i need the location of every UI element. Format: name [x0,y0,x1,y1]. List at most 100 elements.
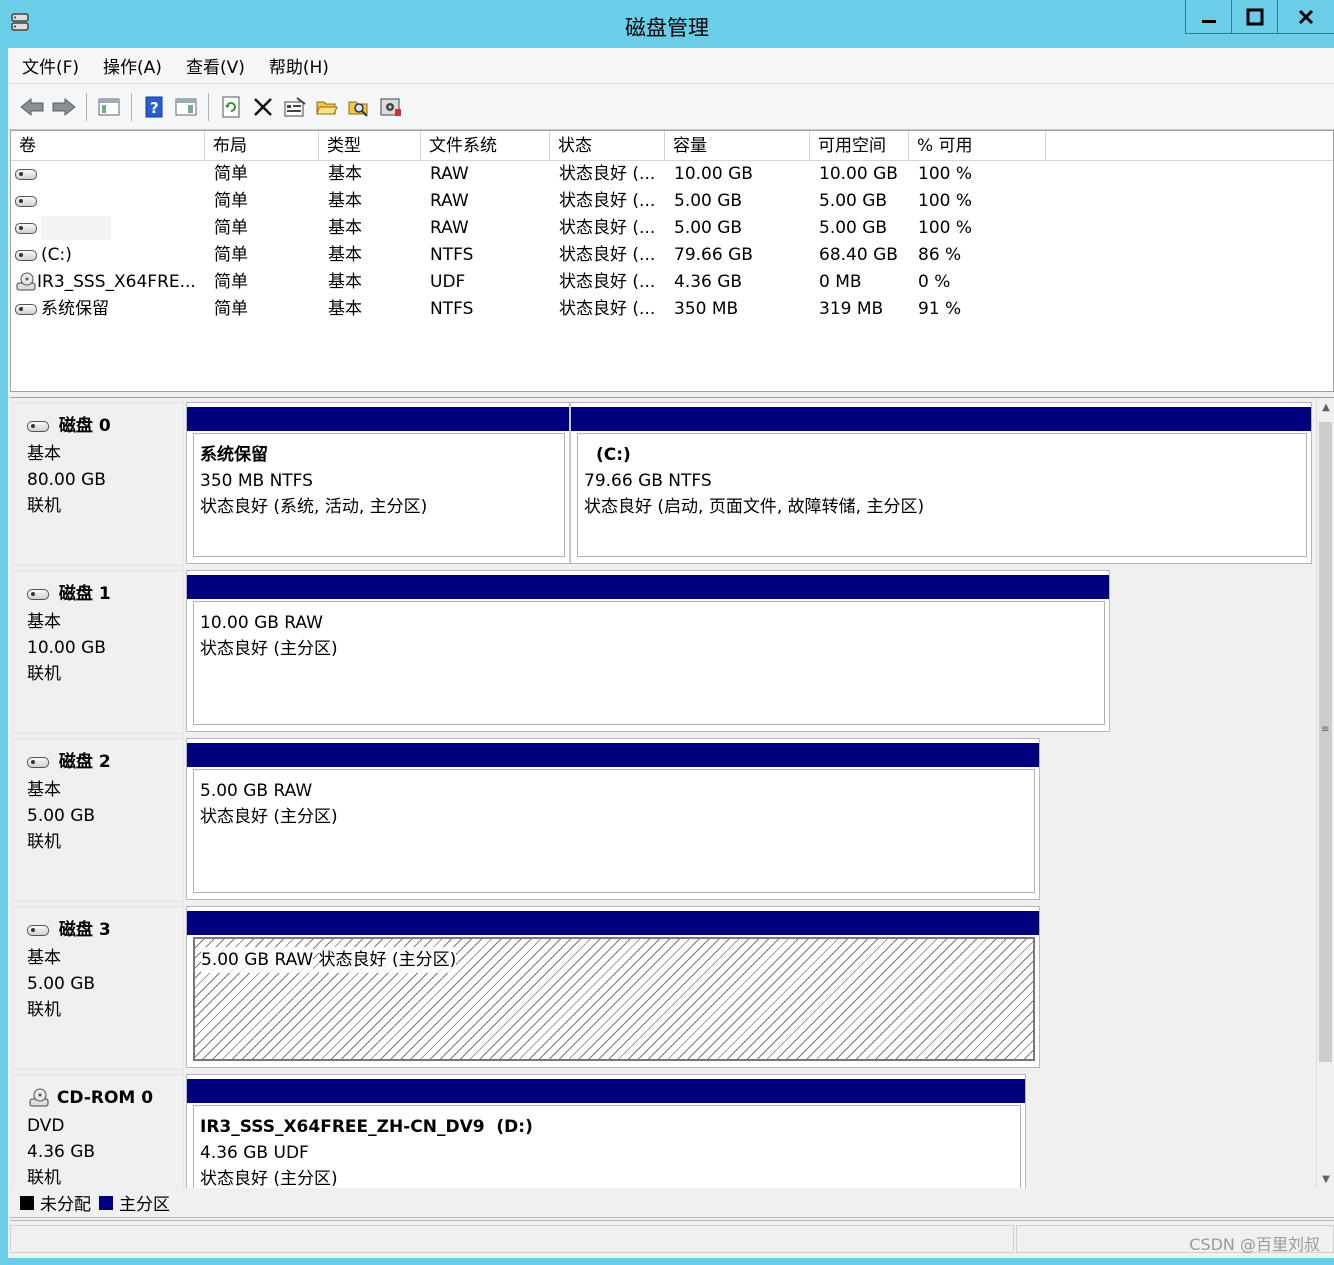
partition-body: IR3_SSS_X64FREE_ZH-CN_DV9 (D:) 4.36 GB U… [193,1105,1021,1188]
volume-row[interactable]: (C:) 简单 基本 NTFS 状态良好 (... 79.66 GB 68.40… [11,242,1333,269]
volume-list[interactable]: 卷 布局 类型 文件系统 状态 容量 可用空间 % 可用 简单 基本 RAW 状… [10,130,1334,392]
legend-label: 未分配 [40,1195,91,1215]
maximize-button[interactable] [1232,0,1278,34]
volume-free-space: 5.00 GB [819,218,888,238]
volume-row[interactable]: 简单 基本 RAW 状态良好 (... 10.00 GB 10.00 GB 10… [11,161,1333,188]
explore-button[interactable] [343,91,375,123]
volume-list-header: 卷 布局 类型 文件系统 状态 容量 可用空间 % 可用 [11,131,1333,161]
disk-info[interactable]: CD-ROM 0 DVD 4.36 GB 联机 [12,1074,184,1188]
partition[interactable]: 系统保留 350 MB NTFS 状态良好 (系统, 活动, 主分区) [187,403,571,563]
partition[interactable]: 5.00 GB RAW 状态良好 (主分区) [187,739,1039,899]
volume-percent-free: 0 % [918,272,951,292]
disk-info[interactable]: 磁盘 0 基本 80.00 GB 联机 [12,402,184,566]
menu-view[interactable]: 查看(V) [186,53,245,78]
disk-row: 磁盘 2 基本 5.00 GB 联机 5.00 GB RAW 状态良好 (主分区… [10,734,1316,902]
column-header-status[interactable]: 状态 [550,131,665,161]
volume-row[interactable]: 简单 基本 RAW 状态良好 (... 5.00 GB 5.00 GB 100 … [11,215,1333,242]
close-button[interactable] [1278,0,1334,34]
menu-help[interactable]: 帮助(H) [269,53,329,78]
volume-capacity: 5.00 GB [674,218,743,238]
disk-icon [27,924,49,936]
action-pane-button[interactable] [170,91,202,123]
console-tree-button[interactable] [93,91,125,123]
properties-button[interactable] [279,91,311,123]
scrollbar-thumb[interactable] [1319,422,1332,1062]
partition-status: 状态良好 (启动, 页面文件, 故障转储, 主分区) [584,497,925,517]
column-header-layout[interactable]: 布局 [205,131,319,161]
scroll-down-arrow-icon[interactable]: ▼ [1317,1170,1334,1188]
partition-type-bar [187,407,569,431]
volume-row[interactable]: IR3_SSS_X64FRE... 简单 基本 UDF 状态良好 (... 4.… [11,269,1333,296]
toolbar-separator [208,92,209,121]
volume-row[interactable]: 系统保留 简单 基本 NTFS 状态良好 (... 350 MB 319 MB … [11,296,1333,323]
column-header-type[interactable]: 类型 [319,131,421,161]
partition-status: 状态良好 (系统, 活动, 主分区) [200,497,428,517]
scrollbar-grip-icon: ≡ [1321,724,1330,735]
refresh-icon [222,96,240,117]
refresh-button[interactable] [215,91,247,123]
volume-icon [15,168,37,180]
partition-body: 10.00 GB RAW 状态良好 (主分区) [193,601,1105,725]
disk-kind: 基本 [27,444,61,464]
disk-size: 5.00 GB [27,806,96,826]
scroll-up-arrow-icon[interactable]: ▲ [1317,398,1334,416]
volume-type: 基本 [328,164,362,184]
delete-button[interactable] [247,91,279,123]
vertical-scrollbar[interactable]: ▲ ≡ ▼ [1316,398,1334,1188]
properties-icon [284,96,306,116]
partition-body: (C:) 79.66 GB NTFS 状态良好 (启动, 页面文件, 故障转储,… [577,433,1307,557]
disk-icon [27,420,49,432]
volume-layout: 简单 [214,245,248,265]
volume-name: (C:) [41,245,72,265]
back-button[interactable] [16,91,48,123]
column-header-free-space[interactable]: 可用空间 [810,131,909,161]
status-pane-main [10,1225,1014,1253]
partition-status: 状态良好 (主分区) [200,639,338,659]
volume-status: 状态良好 (... [559,191,656,211]
volume-status: 状态良好 (... [559,164,656,184]
partition[interactable]: 10.00 GB RAW 状态良好 (主分区) [187,571,1109,731]
partition-size: 79.66 GB NTFS [584,471,712,491]
settings-button[interactable] [375,91,407,123]
delete-icon [254,97,272,116]
minimize-button[interactable] [1186,0,1232,34]
disk-info[interactable]: 磁盘 3 基本 5.00 GB 联机 [12,906,184,1070]
help-button[interactable]: ? [138,91,170,123]
column-header-volume[interactable]: 卷 [11,131,205,161]
disk-partitions: 系统保留 350 MB NTFS 状态良好 (系统, 活动, 主分区) (C:)… [186,402,1312,564]
disk-partitions: IR3_SSS_X64FREE_ZH-CN_DV9 (D:) 4.36 GB U… [186,1074,1026,1188]
volume-percent-free: 100 % [918,218,973,238]
volume-layout: 简单 [214,191,248,211]
window-controls [1185,0,1334,34]
disk-graphical-view: 磁盘 0 基本 80.00 GB 联机 系统保留 350 MB NTFS 状态良… [10,398,1334,1188]
volume-row[interactable]: 简单 基本 RAW 状态良好 (... 5.00 GB 5.00 GB 100 … [11,188,1333,215]
disk-partitions: 5.00 GB RAW 状态良好 (主分区) [186,738,1040,900]
disk-info[interactable]: 磁盘 1 基本 10.00 GB 联机 [12,570,184,734]
volume-filesystem: UDF [430,272,466,292]
partition-selected[interactable]: 5.00 GB RAW 状态良好 (主分区) [187,907,1039,1067]
open-button[interactable] [311,91,343,123]
volume-name: 系统保留 [41,299,109,319]
column-header-capacity[interactable]: 容量 [665,131,810,161]
disk-partitions: 5.00 GB RAW 状态良好 (主分区) [186,906,1040,1068]
disk-state: 联机 [27,664,61,684]
toolbar: ? [8,84,1334,130]
partition[interactable]: IR3_SSS_X64FREE_ZH-CN_DV9 (D:) 4.36 GB U… [187,1075,1025,1188]
disk-size: 10.00 GB [27,638,106,658]
disk-info[interactable]: 磁盘 2 基本 5.00 GB 联机 [12,738,184,902]
disk-row: CD-ROM 0 DVD 4.36 GB 联机 IR3_SSS_X64FREE_… [10,1070,1316,1188]
volume-percent-free: 100 % [918,191,973,211]
column-header-percent-free[interactable]: % 可用 [909,131,1046,161]
column-header-filesystem[interactable]: 文件系统 [421,131,550,161]
disk-kind: DVD [27,1116,65,1136]
disk-kind: 基本 [27,612,61,632]
partition[interactable]: (C:) 79.66 GB NTFS 状态良好 (启动, 页面文件, 故障转储,… [571,403,1311,563]
open-folder-icon [316,101,338,114]
partition-body: 5.00 GB RAW 状态良好 (主分区) [193,937,1035,1061]
menu-file[interactable]: 文件(F) [22,53,79,78]
forward-button[interactable] [48,91,80,123]
volume-layout: 简单 [214,299,248,319]
volume-name [41,216,111,240]
menu-action[interactable]: 操作(A) [103,53,162,78]
svg-text:?: ? [150,99,159,117]
